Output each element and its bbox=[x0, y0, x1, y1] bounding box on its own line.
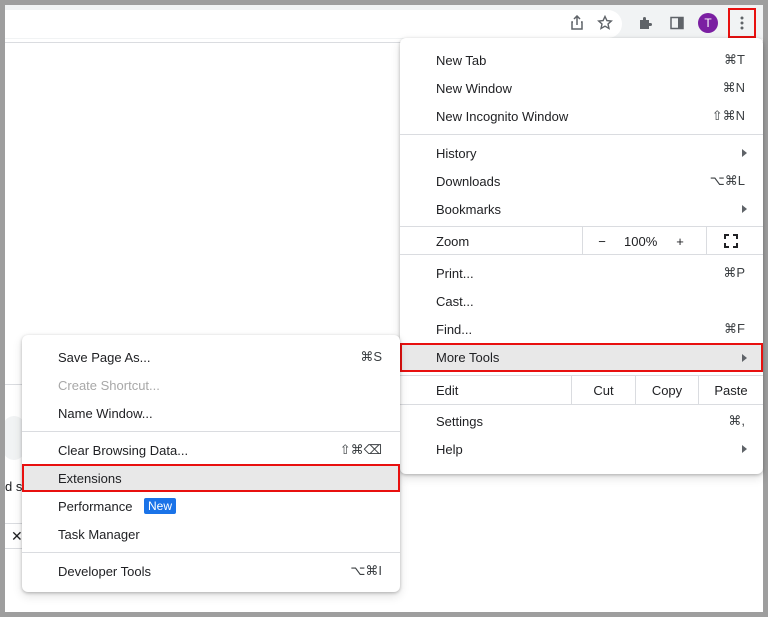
menu-separator bbox=[400, 254, 763, 255]
menu-item-history[interactable]: History bbox=[400, 139, 763, 167]
menu-item-developer-tools[interactable]: Developer Tools ⌥⌘I bbox=[22, 557, 400, 585]
menu-item-label: Help bbox=[436, 441, 463, 457]
menu-item-name-window[interactable]: Name Window... bbox=[22, 399, 400, 427]
zoom-divider bbox=[582, 227, 583, 255]
profile-avatar[interactable]: T bbox=[698, 13, 718, 33]
menu-item-shortcut: ⌘F bbox=[724, 321, 745, 336]
menu-item-label: Task Manager bbox=[58, 526, 140, 542]
menu-item-shortcut: ⇧⌘N bbox=[711, 108, 745, 123]
paste-button[interactable]: Paste bbox=[699, 376, 763, 404]
menu-item-new-window[interactable]: New Window ⌘N bbox=[400, 74, 763, 102]
menu-item-task-manager[interactable]: Task Manager bbox=[22, 520, 400, 548]
menu-edit-row: Edit Cut Copy Paste bbox=[400, 376, 763, 404]
menu-item-label: Performance bbox=[58, 498, 133, 514]
menu-item-save-page-as[interactable]: Save Page As... ⌘S bbox=[22, 343, 400, 371]
menu-item-label: Clear Browsing Data... bbox=[58, 442, 189, 458]
address-bar[interactable] bbox=[5, 10, 622, 38]
menu-item-label: Create Shortcut... bbox=[58, 377, 160, 393]
menu-item-more-tools[interactable]: More Tools bbox=[400, 343, 763, 372]
menu-separator bbox=[400, 404, 763, 405]
menu-item-create-shortcut: Create Shortcut... bbox=[22, 371, 400, 399]
submenu-arrow-icon bbox=[742, 353, 747, 362]
zoom-divider bbox=[706, 227, 707, 255]
menu-item-shortcut: ⌘T bbox=[724, 52, 745, 67]
menu-item-clear-browsing-data[interactable]: Clear Browsing Data... ⇧⌘⌫ bbox=[22, 436, 400, 464]
menu-item-label: History bbox=[436, 145, 477, 161]
submenu-arrow-icon bbox=[742, 205, 747, 213]
menu-zoom-row: Zoom − 100% + bbox=[400, 227, 763, 255]
menu-item-shortcut: ⌥⌘I bbox=[350, 563, 382, 578]
new-badge: New bbox=[144, 498, 177, 514]
bookmark-star-icon[interactable] bbox=[595, 13, 615, 33]
menu-item-label: Extensions bbox=[58, 470, 122, 486]
menu-item-downloads[interactable]: Downloads ⌥⌘L bbox=[400, 167, 763, 195]
menu-item-shortcut: ⌘P bbox=[723, 265, 745, 280]
copy-button[interactable]: Copy bbox=[636, 376, 698, 404]
menu-item-label: Name Window... bbox=[58, 405, 153, 421]
chrome-main-menu: New Tab ⌘T New Window ⌘N New Incognito W… bbox=[400, 38, 763, 474]
menu-item-label: Developer Tools bbox=[58, 563, 151, 579]
side-panel-icon[interactable] bbox=[667, 13, 687, 33]
kebab-menu-icon[interactable] bbox=[728, 8, 756, 38]
menu-item-find[interactable]: Find... ⌘F bbox=[400, 315, 763, 343]
edit-label: Edit bbox=[436, 383, 459, 398]
menu-item-label: Bookmarks bbox=[436, 201, 502, 217]
menu-item-new-tab[interactable]: New Tab ⌘T bbox=[400, 46, 763, 74]
zoom-label: Zoom bbox=[436, 234, 470, 249]
menu-item-shortcut: ⌘S bbox=[360, 349, 382, 364]
menu-separator bbox=[22, 431, 400, 432]
menu-item-label: More Tools bbox=[436, 350, 500, 365]
more-tools-submenu: Save Page As... ⌘S Create Shortcut... Na… bbox=[22, 335, 400, 592]
menu-item-shortcut: ⌘N bbox=[722, 80, 745, 95]
menu-item-label: New Tab bbox=[436, 52, 487, 68]
menu-item-settings[interactable]: Settings ⌘, bbox=[400, 407, 763, 435]
menu-item-shortcut: ⌘, bbox=[728, 413, 745, 428]
cut-button[interactable]: Cut bbox=[572, 376, 635, 404]
browser-toolbar: T bbox=[5, 5, 763, 39]
menu-item-shortcut: ⌥⌘L bbox=[709, 173, 745, 188]
share-icon[interactable] bbox=[567, 13, 587, 33]
zoom-out-button[interactable]: − bbox=[595, 229, 609, 253]
menu-item-label: Cast... bbox=[436, 293, 474, 309]
extensions-puzzle-icon[interactable] bbox=[635, 13, 655, 33]
zoom-level: 100% bbox=[624, 234, 658, 249]
menu-item-label: Settings bbox=[436, 413, 483, 429]
menu-item-bookmarks[interactable]: Bookmarks bbox=[400, 195, 763, 223]
menu-separator bbox=[22, 552, 400, 553]
menu-item-performance[interactable]: Performance New bbox=[22, 492, 400, 520]
menu-item-cast[interactable]: Cast... bbox=[400, 287, 763, 315]
avatar-letter: T bbox=[704, 16, 712, 30]
fullscreen-icon[interactable] bbox=[724, 234, 738, 248]
menu-item-label: Downloads bbox=[436, 173, 501, 189]
zoom-in-button[interactable]: + bbox=[673, 229, 687, 253]
menu-item-label: New Window bbox=[436, 80, 512, 96]
menu-item-help[interactable]: Help bbox=[400, 435, 763, 463]
menu-item-label: Print... bbox=[436, 265, 474, 281]
menu-item-shortcut: ⇧⌘⌫ bbox=[339, 442, 382, 457]
menu-separator bbox=[400, 134, 763, 135]
submenu-arrow-icon bbox=[742, 445, 747, 453]
submenu-arrow-icon bbox=[742, 149, 747, 157]
menu-item-label: New Incognito Window bbox=[436, 108, 569, 124]
menu-item-new-incognito-window[interactable]: New Incognito Window ⇧⌘N bbox=[400, 102, 763, 130]
menu-item-extensions[interactable]: Extensions bbox=[22, 464, 400, 492]
background-text: d s bbox=[5, 479, 23, 494]
menu-item-label: Save Page As... bbox=[58, 349, 151, 365]
menu-item-print[interactable]: Print... ⌘P bbox=[400, 259, 763, 287]
menu-item-label: Find... bbox=[436, 321, 473, 337]
